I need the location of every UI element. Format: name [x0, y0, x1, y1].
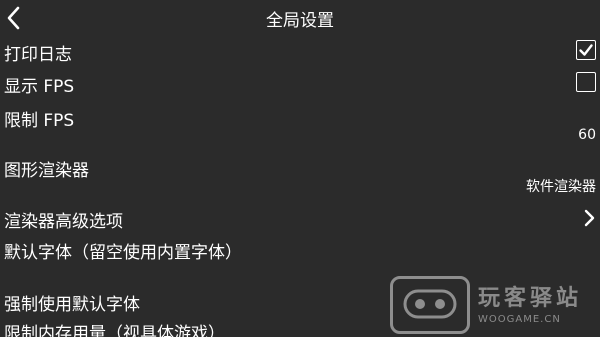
memory-limit-label: 限制内存用量（视具体游戏） [4, 324, 225, 337]
default-font-label: 默认字体（留空使用内置字体） [4, 243, 242, 263]
print-log-checkbox[interactable] [576, 40, 596, 60]
show-fps-row[interactable] [0, 70, 600, 96]
limit-fps-label: 限制 FPS [4, 111, 75, 131]
show-fps-checkbox[interactable] [576, 72, 596, 92]
page-title: 全局设置 [266, 11, 334, 31]
global-settings-screen: 全局设置 打印日志 显示 FPS 限制 FPS 60 图形渲染器 软件渲染器 渲… [0, 0, 600, 337]
show-fps-label: 显示 FPS [4, 77, 75, 97]
force-default-font-label: 强制使用默认字体 [4, 295, 140, 315]
limit-fps-row[interactable] [0, 104, 600, 146]
graphics-renderer-row[interactable] [0, 154, 600, 198]
limit-fps-value: 60 [578, 127, 596, 143]
print-log-row[interactable] [0, 38, 600, 64]
graphics-renderer-label: 图形渲染器 [4, 161, 89, 181]
print-log-label: 打印日志 [4, 45, 72, 65]
graphics-renderer-value: 软件渲染器 [526, 179, 596, 195]
header-bar: 全局设置 [0, 0, 600, 36]
checkmark-icon [579, 44, 593, 56]
chevron-right-icon [584, 209, 595, 227]
renderer-advanced-label: 渲染器高级选项 [4, 212, 123, 232]
